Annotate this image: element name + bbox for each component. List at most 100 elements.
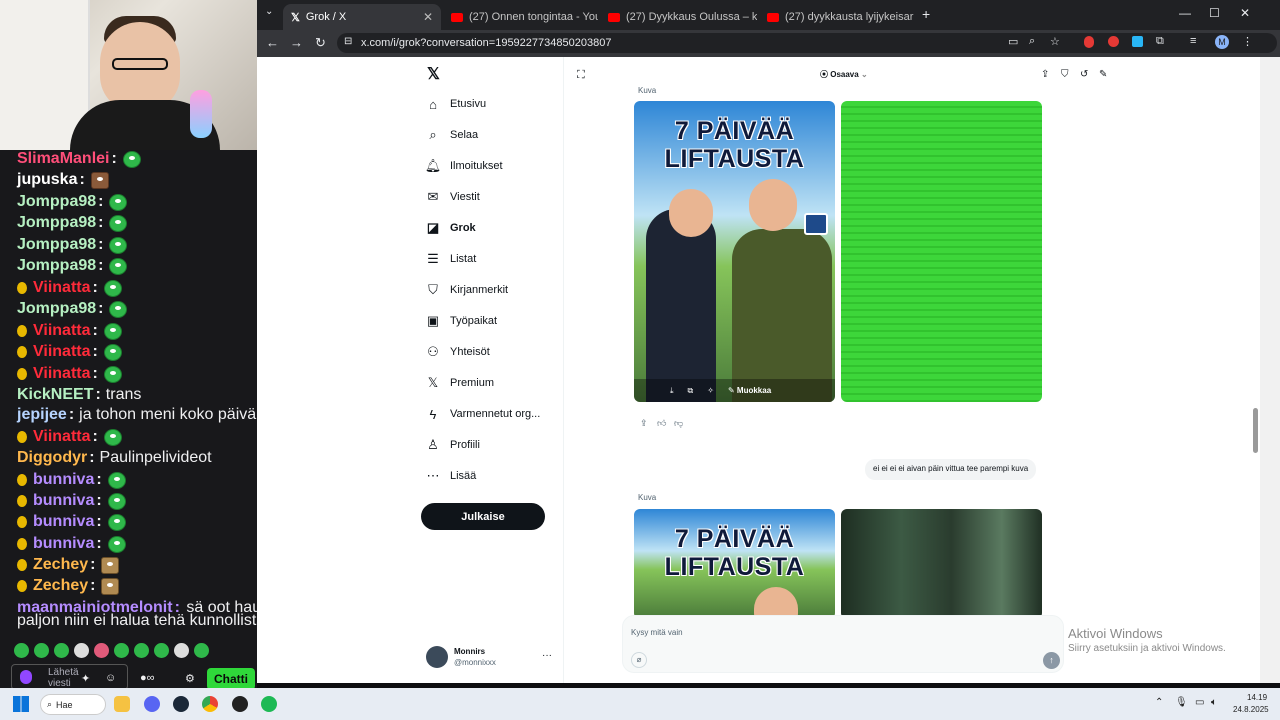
zoom-icon[interactable]: ⌕	[1029, 35, 1035, 48]
emote[interactable]	[174, 643, 189, 658]
copy-icon[interactable]: ⧉	[688, 386, 694, 396]
history-icon[interactable]: ↺	[1080, 69, 1088, 80]
nav-item-listat[interactable]: ☰ Listat	[426, 251, 476, 266]
generated-image-forest[interactable]	[841, 509, 1042, 619]
send-icon[interactable]: ↑	[1043, 652, 1060, 669]
chat-username[interactable]: jepijee	[17, 406, 67, 424]
steam-icon[interactable]	[173, 696, 189, 712]
window-close-icon[interactable]: ✕	[1240, 6, 1250, 20]
chat-username[interactable]: bunniva	[33, 471, 94, 489]
volume-icon[interactable]: 🔈︎	[1211, 697, 1217, 708]
extensions-puzzle-icon[interactable]: ⧉	[1156, 35, 1164, 48]
clock-date[interactable]: 24.8.2025	[1233, 705, 1269, 714]
emote[interactable]	[194, 643, 209, 658]
network-icon[interactable]: ▭	[1195, 697, 1204, 708]
site-info-icon[interactable]: ⊟	[344, 36, 352, 47]
settings-icon[interactable]: ⚙	[185, 672, 195, 685]
spotify-icon[interactable]	[261, 696, 277, 712]
emote[interactable]	[114, 643, 129, 658]
emote[interactable]	[154, 643, 169, 658]
tab-youtube-1[interactable]: (27) Onnen tongintaa - YouTub ✕	[443, 4, 598, 30]
reload-icon[interactable]: ↻	[315, 35, 326, 51]
bits-icon[interactable]: ✦	[81, 672, 90, 685]
taskbar-search[interactable]: ⌕ Hae	[40, 694, 106, 715]
mic-tray-icon[interactable]: 🎙︎	[1175, 697, 1188, 708]
clock-time[interactable]: 14.19	[1247, 693, 1267, 702]
minimize-icon[interactable]: —	[1179, 6, 1191, 20]
thumbs-down-icon[interactable]: 👎︎	[674, 418, 683, 429]
chat-username[interactable]: Jomppa98	[17, 214, 96, 232]
obs-icon[interactable]	[232, 696, 248, 712]
model-selector[interactable]: ⦿ Osaava ⌄	[820, 69, 868, 80]
chat-username[interactable]: Jomppa98	[17, 193, 96, 211]
tab-youtube-3[interactable]: (27) dyykkausta lyijykeisarin ka ✕	[759, 4, 914, 30]
emote[interactable]	[34, 643, 49, 658]
generated-image-poster-2[interactable]: 7 PÄIVÄÄ LIFTAUSTA	[634, 509, 835, 619]
chat-username[interactable]: bunniva	[33, 513, 94, 531]
account-menu-icon[interactable]: ···	[542, 650, 552, 661]
chat-username[interactable]: Zechey	[33, 556, 88, 574]
page-scrollbar[interactable]	[1260, 57, 1280, 683]
maximize-icon[interactable]: ☐	[1209, 6, 1220, 20]
forward-icon[interactable]: →	[290, 35, 303, 50]
emote[interactable]	[14, 643, 29, 658]
close-icon[interactable]: ✕	[423, 10, 433, 24]
chat-username[interactable]: Jomppa98	[17, 257, 96, 275]
chat-username[interactable]: Jomppa98	[17, 300, 96, 318]
menu-icon[interactable]: ⋮	[1242, 35, 1253, 48]
reading-list-icon[interactable]: ≡	[1190, 35, 1196, 47]
chat-username[interactable]: Jomppa98	[17, 236, 96, 254]
nav-item-työpaikat[interactable]: ▣ Työpaikat	[426, 313, 497, 328]
tab-search-icon[interactable]: ⌄	[265, 6, 273, 17]
avatar[interactable]	[426, 646, 448, 668]
star-icon[interactable]: ☆	[1050, 35, 1060, 48]
prompt-input[interactable]: Kysy mitä vain ⌀ ↑	[622, 615, 1064, 673]
emote[interactable]	[54, 643, 69, 658]
nav-item-etusivu[interactable]: ⌂ Etusivu	[426, 97, 486, 112]
emote[interactable]	[134, 643, 149, 658]
share-icon[interactable]: ⇪	[1041, 69, 1049, 80]
emote[interactable]	[74, 643, 89, 658]
nav-item-kirjanmerkit[interactable]: ⛉ Kirjanmerkit	[426, 282, 508, 297]
magic-icon[interactable]: ✧	[707, 386, 714, 395]
expand-icon[interactable]: ⛶	[577, 69, 585, 82]
tab-grok[interactable]: 𝕏 Grok / X ✕	[283, 4, 441, 30]
post-button[interactable]: Julkaise	[421, 503, 545, 530]
chat-username[interactable]: jupuska	[17, 171, 77, 189]
new-tab-icon[interactable]: +	[922, 6, 930, 22]
points-icon[interactable]: ●∞	[140, 672, 155, 684]
bookmark-icon[interactable]: ⛉	[1061, 69, 1069, 80]
extension-icon[interactable]	[1084, 36, 1094, 48]
emote[interactable]	[94, 643, 109, 658]
tab-youtube-2[interactable]: (27) Dyykkaus Oulussa – kaupp ✕	[600, 4, 757, 30]
chat-username[interactable]: SlimaManlei	[17, 150, 109, 168]
nav-item-ilmoitukset[interactable]: 🔔︎ Ilmoitukset	[425, 158, 503, 173]
profile-avatar[interactable]: M	[1215, 35, 1229, 49]
nav-item-yhteisöt[interactable]: ⚇ Yhteisöt	[426, 344, 490, 359]
tray-chevron-icon[interactable]: ⌃	[1155, 697, 1163, 708]
chat-username[interactable]: Viinatta	[33, 428, 91, 446]
nav-item-grok[interactable]: ◪ Grok	[426, 220, 476, 235]
back-icon[interactable]: ←	[266, 35, 279, 50]
chat-username[interactable]: Zechey	[33, 577, 88, 595]
chat-username[interactable]: Viinatta	[33, 365, 91, 383]
chrome-icon[interactable]	[202, 696, 218, 712]
scrollbar-thumb[interactable]	[1253, 408, 1258, 453]
chat-username[interactable]: Viinatta	[33, 279, 91, 297]
chat-send-button[interactable]: Chatti	[207, 668, 255, 690]
thumbs-up-icon[interactable]: 👍︎	[657, 418, 666, 429]
new-chat-icon[interactable]: ✎	[1099, 69, 1107, 80]
nav-item-premium[interactable]: 𝕏 Premium	[426, 375, 494, 390]
share-icon[interactable]: ⇪	[640, 418, 648, 429]
chat-username[interactable]: Diggodyr	[17, 449, 87, 467]
extension-icon[interactable]	[1132, 36, 1143, 47]
discord-icon[interactable]	[144, 696, 160, 712]
chat-username[interactable]: bunniva	[33, 492, 94, 510]
windows-start-icon[interactable]	[13, 696, 29, 712]
emoji-icon[interactable]: ☺	[105, 672, 116, 684]
cast-icon[interactable]: ▭	[1008, 35, 1018, 48]
mic-icon[interactable]	[20, 670, 32, 684]
nav-item-lisää[interactable]: ⋯ Lisää	[426, 468, 477, 483]
chat-username[interactable]: Viinatta	[33, 322, 91, 340]
x-logo-icon[interactable]: 𝕏	[427, 64, 440, 84]
